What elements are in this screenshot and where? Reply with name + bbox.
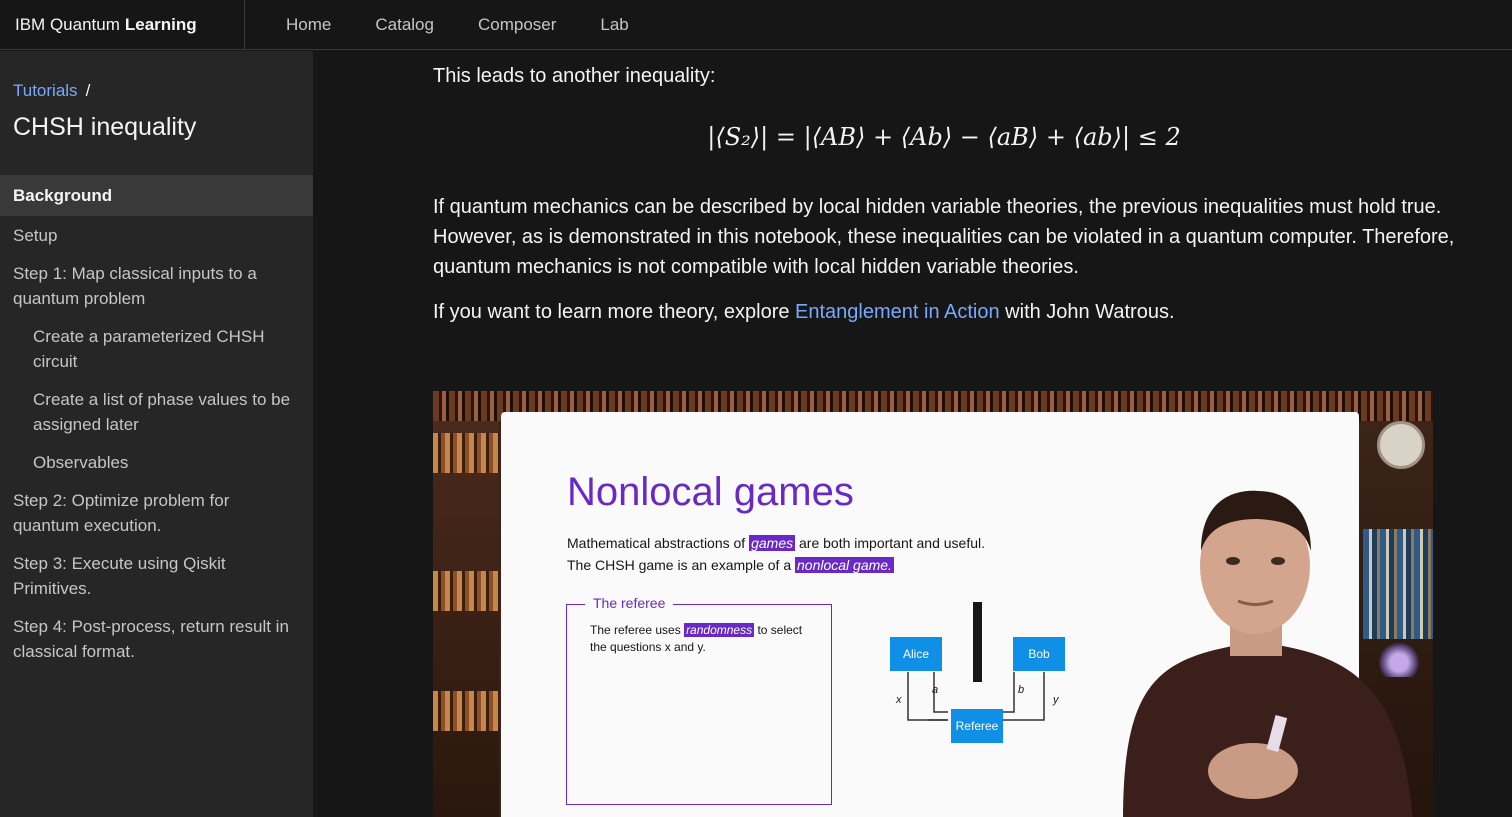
nav-lab[interactable]: Lab bbox=[578, 0, 650, 50]
sidebar: Tutorials / CHSH inequality Background Se… bbox=[0, 51, 313, 817]
books-left-3 bbox=[433, 691, 499, 731]
toc-item-step3[interactable]: Step 3: Execute using Qiskit Primitives. bbox=[0, 544, 313, 607]
top-header: IBM Quantum Learning Home Catalog Compos… bbox=[0, 0, 1512, 50]
highlight-nonlocal-game: nonlocal game. bbox=[795, 557, 894, 573]
toc-item-step4[interactable]: Step 4: Post-process, return result in c… bbox=[0, 607, 313, 670]
label-b: b bbox=[1018, 684, 1025, 696]
books-left-2 bbox=[433, 571, 499, 611]
highlight-games: games bbox=[749, 535, 796, 551]
slide-line-1: Mathematical abstractions of games are b… bbox=[567, 535, 985, 551]
slide-line-2: The CHSH game is an example of a nonloca… bbox=[567, 557, 894, 573]
highlight-randomness: randomness bbox=[684, 623, 755, 637]
brand-bold: Learning bbox=[124, 14, 197, 34]
breadcrumb-separator: / bbox=[85, 81, 91, 100]
toc-item-setup[interactable]: Setup bbox=[0, 216, 313, 254]
paragraph-2-before: If you want to learn more theory, explor… bbox=[433, 301, 796, 323]
toc-item-create-circuit[interactable]: Create a parameterized CHSH circuit bbox=[0, 317, 313, 380]
alice-box: Alice bbox=[890, 637, 942, 671]
label-x: x bbox=[896, 694, 902, 706]
books-left-1 bbox=[433, 433, 499, 473]
slide-line-2-before: The CHSH game is an example of a bbox=[567, 557, 795, 573]
referee-legend: The referee bbox=[585, 595, 674, 611]
label-a: a bbox=[932, 684, 939, 696]
referee-text-after: to select bbox=[754, 623, 803, 637]
bookshelf-left bbox=[433, 421, 499, 817]
nav-catalog[interactable]: Catalog bbox=[353, 0, 456, 50]
entanglement-in-action-link[interactable]: Entanglement in Action bbox=[795, 301, 1000, 323]
page-title: CHSH inequality bbox=[13, 113, 197, 141]
nav-composer[interactable]: Composer bbox=[456, 0, 578, 50]
referee-box: The referee The referee uses randomness … bbox=[566, 595, 832, 805]
toc-item-background[interactable]: Background bbox=[0, 175, 313, 216]
breadcrumb-tutorials-link[interactable]: Tutorials bbox=[13, 81, 78, 100]
main-content: This leads to another inequality: |⟨S₂⟩|… bbox=[313, 51, 1512, 817]
table-of-contents: Background Setup Step 1: Map classical i… bbox=[0, 175, 313, 670]
paragraph-1: If quantum mechanics can be described by… bbox=[433, 196, 1455, 278]
referee-diagram-box: Referee bbox=[951, 709, 1003, 743]
toc-item-phase-values[interactable]: Create a list of phase values to be assi… bbox=[0, 380, 313, 443]
breadcrumb: Tutorials / bbox=[0, 51, 313, 101]
paragraph-2-after: with John Watrous. bbox=[999, 301, 1175, 323]
equation: |⟨S₂⟩| = |⟨AB⟩ + ⟨Ab⟩ − ⟨aB⟩ + ⟨ab⟩| ≤ 2 bbox=[707, 123, 1181, 151]
paragraph-2: If you want to learn more theory, explor… bbox=[433, 297, 1175, 327]
label-y: y bbox=[1053, 694, 1059, 706]
slide-line-1-before: Mathematical abstractions of bbox=[567, 535, 750, 551]
referee-text-before: The referee uses bbox=[590, 623, 685, 637]
slide-line-1-after: are both important and useful. bbox=[795, 535, 986, 551]
presenter-figure bbox=[1123, 490, 1413, 817]
toc-item-step2[interactable]: Step 2: Optimize problem for quantum exe… bbox=[0, 481, 313, 544]
brand-logo[interactable]: IBM Quantum Learning bbox=[0, 0, 245, 50]
bob-box: Bob bbox=[1013, 637, 1065, 671]
main-nav: Home Catalog Composer Lab bbox=[264, 0, 651, 50]
referee-text-line2: the questions x and y. bbox=[590, 640, 706, 654]
nav-home[interactable]: Home bbox=[264, 0, 353, 50]
slide-title: Nonlocal games bbox=[567, 470, 854, 514]
brand-prefix: IBM Quantum bbox=[15, 14, 120, 34]
intro-text: This leads to another inequality: bbox=[433, 65, 716, 87]
toc-item-step1[interactable]: Step 1: Map classical inputs to a quantu… bbox=[0, 254, 313, 317]
referee-text: The referee uses randomness to select th… bbox=[590, 622, 802, 656]
toc-item-observables[interactable]: Observables bbox=[0, 443, 313, 481]
video-player[interactable]: Nonlocal games Mathematical abstractions… bbox=[433, 391, 1433, 817]
